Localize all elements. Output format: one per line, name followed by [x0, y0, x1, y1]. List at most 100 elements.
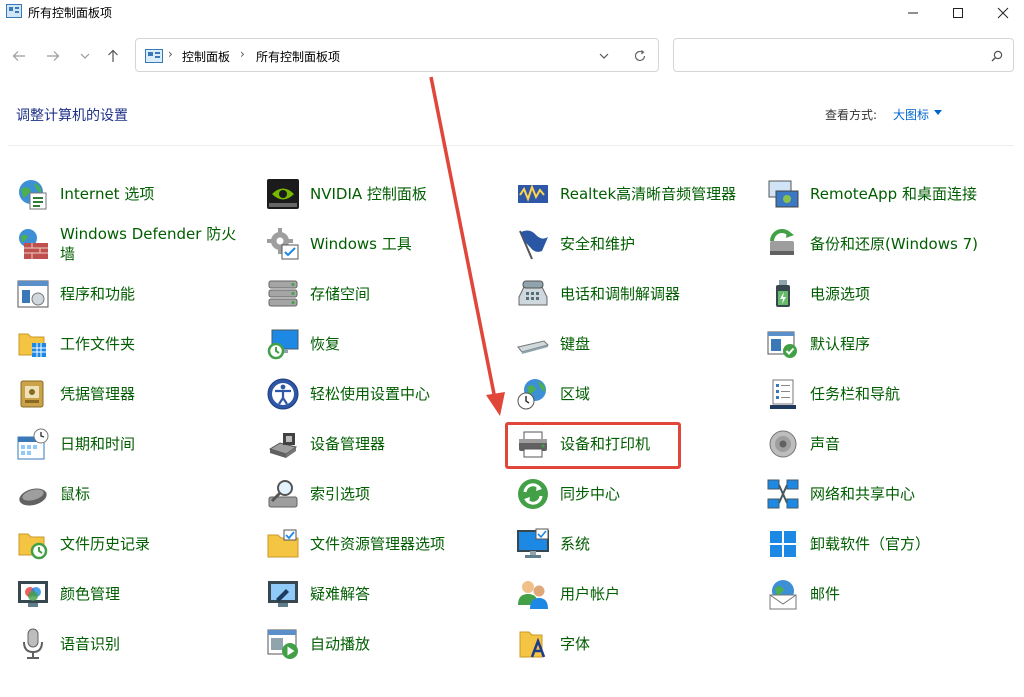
item-uninstall-software[interactable]: 卸载软件（官方）	[766, 524, 1006, 564]
item-file-history[interactable]: 文件历史记录	[16, 524, 256, 564]
item-autoplay[interactable]: 自动播放	[266, 624, 506, 664]
work-folder-icon	[18, 333, 46, 357]
item-programs-features[interactable]: 程序和功能	[16, 274, 256, 314]
item-label[interactable]: 语音识别	[60, 634, 120, 654]
item-fonts[interactable]: 字体	[516, 624, 756, 664]
item-label[interactable]: 网络和共享中心	[810, 484, 915, 504]
item-mouse[interactable]: 鼠标	[16, 474, 256, 514]
item-label[interactable]: 卸载软件（官方）	[810, 534, 930, 554]
item-label[interactable]: 日期和时间	[60, 434, 135, 454]
item-sound[interactable]: 声音	[766, 424, 1006, 464]
item-label[interactable]: 自动播放	[310, 634, 370, 654]
item-label[interactable]: 字体	[560, 634, 590, 654]
item-label[interactable]: 默认程序	[810, 334, 870, 354]
item-user-accounts[interactable]: 用户帐户	[516, 574, 756, 614]
forward-button[interactable]	[42, 46, 64, 66]
item-color-management[interactable]: 颜色管理	[16, 574, 256, 614]
item-mail[interactable]: 邮件	[766, 574, 1006, 614]
item-label[interactable]: 疑难解答	[310, 584, 370, 604]
item-device-manager[interactable]: 设备管理器	[266, 424, 506, 464]
item-label[interactable]: RemoteApp 和桌面连接	[810, 184, 977, 204]
item-label[interactable]: 文件资源管理器选项	[310, 534, 445, 554]
item-backup-restore[interactable]: 备份和还原(Windows 7)	[766, 224, 1006, 264]
address-bar[interactable]: › 控制面板 › 所有控制面板项	[135, 38, 659, 72]
item-date-time[interactable]: 日期和时间	[16, 424, 256, 464]
item-speech-recognition[interactable]: 语音识别	[16, 624, 256, 664]
item-label[interactable]: 用户帐户	[560, 584, 620, 604]
close-button[interactable]	[980, 0, 1024, 26]
ease-of-access-icon	[267, 378, 299, 410]
item-work-folders[interactable]: 工作文件夹	[16, 324, 256, 364]
item-label[interactable]: Realtek高清晰音频管理器	[560, 184, 736, 204]
color-management-icon	[18, 581, 48, 607]
item-label[interactable]: 声音	[810, 434, 840, 454]
refresh-button[interactable]	[632, 48, 648, 64]
item-windows-defender-firewall[interactable]: Windows Defender 防火墙	[16, 224, 256, 264]
item-label[interactable]: 键盘	[560, 334, 590, 354]
item-label[interactable]: 安全和维护	[560, 234, 635, 254]
item-internet-options[interactable]: Internet 选项	[16, 174, 256, 214]
breadcrumb-all-items[interactable]: 所有控制面板项	[256, 48, 340, 65]
item-label[interactable]: 索引选项	[310, 484, 370, 504]
recent-locations-button[interactable]	[74, 46, 96, 66]
item-system[interactable]: 系统	[516, 524, 756, 564]
item-taskbar-navigation[interactable]: 任务栏和导航	[766, 374, 1006, 414]
credential-icon	[20, 380, 44, 408]
item-windows-tools[interactable]: Windows 工具	[266, 224, 506, 264]
breadcrumb-separator-icon: ›	[240, 47, 245, 61]
item-nvidia-control-panel[interactable]: NVIDIA 控制面板	[266, 174, 506, 214]
item-label[interactable]: 区域	[560, 384, 590, 404]
item-label[interactable]: 颜色管理	[60, 584, 120, 604]
item-power-options[interactable]: 电源选项	[766, 274, 1006, 314]
item-default-programs[interactable]: 默认程序	[766, 324, 1006, 364]
item-remoteapp[interactable]: RemoteApp 和桌面连接	[766, 174, 1006, 214]
item-region[interactable]: 区域	[516, 374, 756, 414]
item-file-explorer-options[interactable]: 文件资源管理器选项	[266, 524, 506, 564]
back-button[interactable]	[8, 46, 30, 66]
item-ease-of-access[interactable]: 轻松使用设置中心	[266, 374, 506, 414]
item-label[interactable]: 邮件	[810, 584, 840, 604]
address-dropdown-button[interactable]	[596, 48, 612, 64]
item-network-sharing[interactable]: 网络和共享中心	[766, 474, 1006, 514]
item-label[interactable]: 恢复	[310, 334, 340, 354]
item-label[interactable]: Windows 工具	[310, 234, 412, 254]
region-icon	[517, 379, 546, 410]
item-credential-manager[interactable]: 凭据管理器	[16, 374, 256, 414]
item-label[interactable]: 文件历史记录	[60, 534, 150, 554]
search-button[interactable]	[989, 48, 1005, 64]
item-label[interactable]: 鼠标	[60, 484, 90, 504]
item-keyboard[interactable]: 键盘	[516, 324, 756, 364]
item-label[interactable]: 同步中心	[560, 484, 620, 504]
item-label[interactable]: 设备管理器	[310, 434, 385, 454]
item-security-maintenance[interactable]: 安全和维护	[516, 224, 756, 264]
item-label[interactable]: 凭据管理器	[60, 384, 135, 404]
item-troubleshooting[interactable]: 疑难解答	[266, 574, 506, 614]
item-realtek-audio[interactable]: Realtek高清晰音频管理器	[516, 174, 756, 214]
item-label[interactable]: Windows Defender 防火墙	[60, 224, 250, 264]
item-phone-modem[interactable]: 电话和调制解调器	[516, 274, 756, 314]
item-sync-center[interactable]: 同步中心	[516, 474, 756, 514]
item-recovery[interactable]: 恢复	[266, 324, 506, 364]
item-label[interactable]: 系统	[560, 534, 590, 554]
item-label[interactable]: 程序和功能	[60, 284, 135, 304]
up-button[interactable]	[102, 46, 124, 66]
item-label[interactable]: NVIDIA 控制面板	[310, 184, 427, 204]
item-label[interactable]: 电源选项	[810, 284, 870, 304]
item-indexing-options[interactable]: 索引选项	[266, 474, 506, 514]
breadcrumb-control-panel[interactable]: 控制面板	[182, 48, 230, 65]
item-label[interactable]: 工作文件夹	[60, 334, 135, 354]
search-box[interactable]	[673, 38, 1014, 72]
view-by-dropdown[interactable]: 大图标	[893, 106, 929, 123]
maximize-button[interactable]	[935, 0, 981, 26]
caret-down-icon[interactable]	[934, 110, 942, 116]
item-label[interactable]: Internet 选项	[60, 184, 154, 204]
item-label[interactable]: 任务栏和导航	[810, 384, 900, 404]
item-label[interactable]: 轻松使用设置中心	[310, 384, 430, 404]
minimize-button[interactable]	[890, 0, 936, 26]
file-history-icon	[18, 533, 48, 560]
item-label[interactable]: 存储空间	[310, 284, 370, 304]
search-input[interactable]	[680, 45, 984, 67]
item-label[interactable]: 备份和还原(Windows 7)	[810, 234, 978, 254]
item-label[interactable]: 电话和调制解调器	[560, 284, 680, 304]
item-storage-spaces[interactable]: 存储空间	[266, 274, 506, 314]
